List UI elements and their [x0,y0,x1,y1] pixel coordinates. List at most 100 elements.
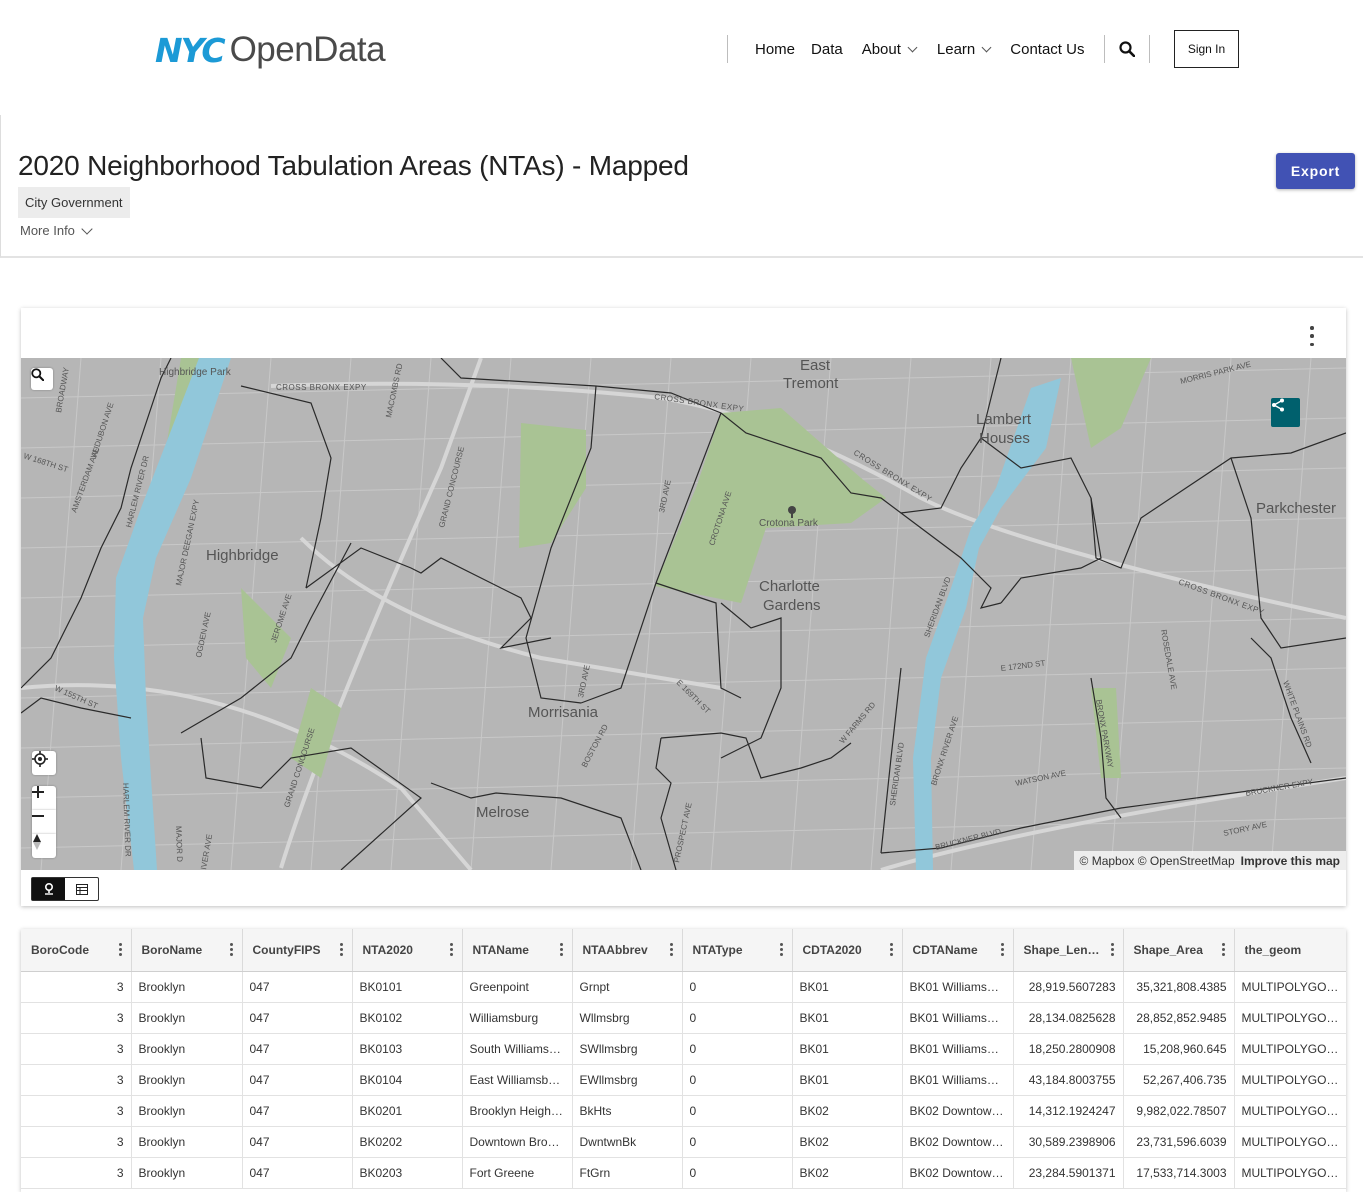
column-header-label: CDTA2020 [802,942,862,957]
label-macombs: MACOMBS RD [384,362,404,418]
label-w168: W 168TH ST [22,451,69,474]
zoom-out-button[interactable] [32,810,56,834]
label-w-farms: W FARMS RD [838,700,878,745]
column-menu-icon[interactable] [1110,943,1115,957]
table-cell: Brooklyn [131,1033,243,1065]
label-houses: Houses [979,430,1030,447]
site-header: NYC OpenData Home Data About Learn Conta… [0,0,1363,98]
table-cell: 43,184.8003755 [1013,1064,1124,1096]
more-info-label: More Info [20,223,75,238]
map-search-button[interactable] [31,368,53,390]
more-options-icon[interactable] [1306,326,1318,346]
table-view-tab[interactable] [65,878,98,900]
table-row[interactable]: 3 Brooklyn 047 BK0202 Downtown Bro… DwntwnBk 0… [21,1126,1346,1158]
column-header[interactable]: CDTA2020 [792,929,903,972]
column-header-label: NTAName [472,942,529,957]
nyc-opendata-logo[interactable]: NYC OpenData [155,28,386,72]
column-menu-icon[interactable] [779,943,784,957]
column-header[interactable]: BoroName [131,929,243,972]
table-cell: Brooklyn [131,1002,243,1034]
label-sheridan: SHERIDAN BLVD [888,742,906,807]
table-cell: 047 [242,1064,353,1096]
label-major-deegan: MAJOR DEEGAN EXPY [174,498,201,586]
label-morrisania: Morrisania [528,704,599,721]
improve-map-link[interactable]: Improve this map [1241,854,1340,868]
table-cell: 3 [21,1157,132,1189]
column-header[interactable]: BoroCode [21,929,132,972]
locate-me-button[interactable] [32,751,56,775]
column-menu-icon[interactable] [1000,943,1005,957]
column-menu-icon[interactable] [449,943,454,957]
table-row[interactable]: 3 Brooklyn 047 BK0201 Brooklyn Heigh… BkHts 0 B… [21,1095,1346,1127]
column-header[interactable]: CDTAName [902,929,1014,972]
zoom-in-button[interactable] [32,786,56,810]
table-row[interactable]: 3 Brooklyn 047 BK0103 South Williams… SWllmsb… [21,1033,1346,1065]
table-cell: BK01 Williams… [902,1002,1014,1034]
table-row[interactable]: 3 Brooklyn 047 BK0102 Williamsburg Wllmsbrg 0 B… [21,1002,1346,1034]
table-cell: BK02 [792,1126,903,1158]
table-cell: 52,267,406.735 [1123,1064,1235,1096]
column-header[interactable]: Shape_Len… [1013,929,1124,972]
table-cell: Downtown Bro… [462,1126,573,1158]
label-gardens: Gardens [763,597,821,614]
nav-about[interactable]: About [854,41,924,58]
nav-home[interactable]: Home [747,41,803,58]
table-cell: 3 [21,1002,132,1034]
category-tag[interactable]: City Government [18,187,130,218]
column-header[interactable]: the_geom [1234,929,1346,972]
table-row[interactable]: 3 Brooklyn 047 BK0101 Greenpoint Grnpt 0 BK01 BK… [21,971,1346,1003]
map-card: Highbridge Park CROSS BRONX EXPY CROSS B… [21,308,1346,906]
table-cell: Fort Greene [462,1157,573,1189]
column-header[interactable]: NTAName [462,929,573,972]
map-view-tab[interactable] [32,878,65,900]
column-menu-icon[interactable] [339,943,344,957]
table-cell: Grnpt [572,971,683,1003]
column-menu-icon[interactable] [118,943,123,957]
label-highbridge: Highbridge [206,547,279,564]
table-cell: 0 [682,1033,793,1065]
column-header[interactable]: NTA2020 [352,929,463,972]
mapbox-attribution[interactable]: © Mapbox [1080,854,1135,868]
table-cell: 047 [242,1126,353,1158]
table-cell: BK01 Williams… [902,1064,1014,1096]
table-header-row: BoroCode BoroName CountyFIPS NTA2020 NTAName… [21,929,1346,972]
table-cell: 0 [682,1095,793,1127]
map-canvas[interactable]: Highbridge Park CROSS BRONX EXPY CROSS B… [21,358,1346,870]
table-cell: MULTIPOLYGO… [1234,1095,1346,1127]
column-header[interactable]: NTAAbbrev [572,929,683,972]
nav-learn[interactable]: Learn [929,41,998,58]
column-header[interactable]: NTAType [682,929,793,972]
map-pin-icon [44,883,53,895]
table-cell: SWllmsbrg [572,1033,683,1065]
nav-contact-us[interactable]: Contact Us [1002,41,1092,58]
column-menu-icon[interactable] [1221,943,1226,957]
compass-button[interactable] [32,834,56,858]
label-east: East [800,358,831,374]
compass-icon [33,834,41,850]
column-header-label: CountyFIPS [252,942,321,957]
table-cell: MULTIPOLYGO… [1234,1126,1346,1158]
table-cell: BK02 [792,1157,903,1189]
column-header[interactable]: Shape_Area [1123,929,1235,972]
share-button[interactable] [1271,398,1300,427]
table-cell: 0 [682,1002,793,1034]
label-3rd-ave: 3RD AVE [576,664,592,698]
label-white-plains: WHITE PLAINS RD [1281,680,1314,749]
label-major-d: MAJOR D [174,826,184,863]
table-row[interactable]: 3 Brooklyn 047 BK0203 Fort Greene FtGrn 0 BK02 B… [21,1157,1346,1189]
export-button[interactable]: Export [1276,153,1355,189]
column-menu-icon[interactable] [229,943,234,957]
nav-data[interactable]: Data [803,41,851,58]
osm-attribution[interactable]: © OpenStreetMap [1138,854,1235,868]
search-button[interactable] [1105,41,1149,57]
column-menu-icon[interactable] [669,943,674,957]
sign-in-button[interactable]: Sign In [1174,30,1239,68]
table-cell: EWllmsbrg [572,1064,683,1096]
table-cell: BK01 [792,971,903,1003]
more-info-toggle[interactable]: More Info [20,222,93,238]
table-row[interactable]: 3 Brooklyn 047 BK0104 East Williamsb… EWllmsb… [21,1064,1346,1096]
column-header[interactable]: CountyFIPS [242,929,353,972]
column-header-label: BoroName [141,942,203,957]
column-menu-icon[interactable] [889,943,894,957]
column-menu-icon[interactable] [559,943,564,957]
